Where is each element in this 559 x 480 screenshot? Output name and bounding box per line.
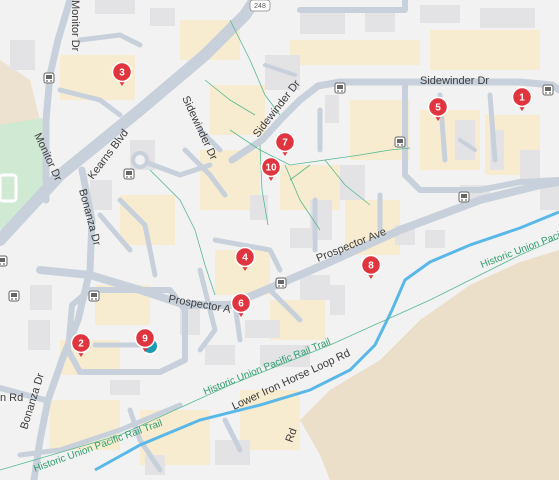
map-view[interactable]: 248 Sidewinder Dr Sidewinder Dr Sidewind… [0,0,559,480]
map-pin-label: 9 [142,334,148,345]
map-pin-label: 6 [238,299,244,310]
route-shield: 248 [249,0,271,12]
bus-stop-icon [8,290,20,302]
map-pin-label: 7 [282,138,288,149]
map-pin-label: 8 [368,261,374,272]
svg-text:248: 248 [254,3,266,10]
roundabout [131,151,149,169]
map-pin-label: 5 [435,103,441,114]
bus-stop-icon [334,82,346,94]
bus-stop-icon [394,136,406,148]
street-label-partial: n Rd [0,392,23,404]
map-pin-label: 4 [242,253,248,264]
bus-stop-icon [123,168,135,180]
bus-stop-icon [542,84,554,96]
map-pin-label: 10 [265,163,277,174]
map-pin-label: 2 [78,339,84,350]
street-label-monitor-top: Monitor Dr [69,0,81,52]
bus-stop-icon [0,255,8,267]
map-canvas[interactable]: 248 Sidewinder Dr Sidewinder Dr Sidewind… [0,0,559,480]
bus-stop-icon [275,277,287,289]
street-label-sidewinder: Sidewinder Dr [420,75,489,87]
bus-stop-icon [458,191,470,203]
bus-stop-icon [88,290,100,302]
bus-stop-icon [43,72,55,84]
map-pin-label: 3 [119,68,125,79]
map-pin-label: 1 [519,93,525,104]
